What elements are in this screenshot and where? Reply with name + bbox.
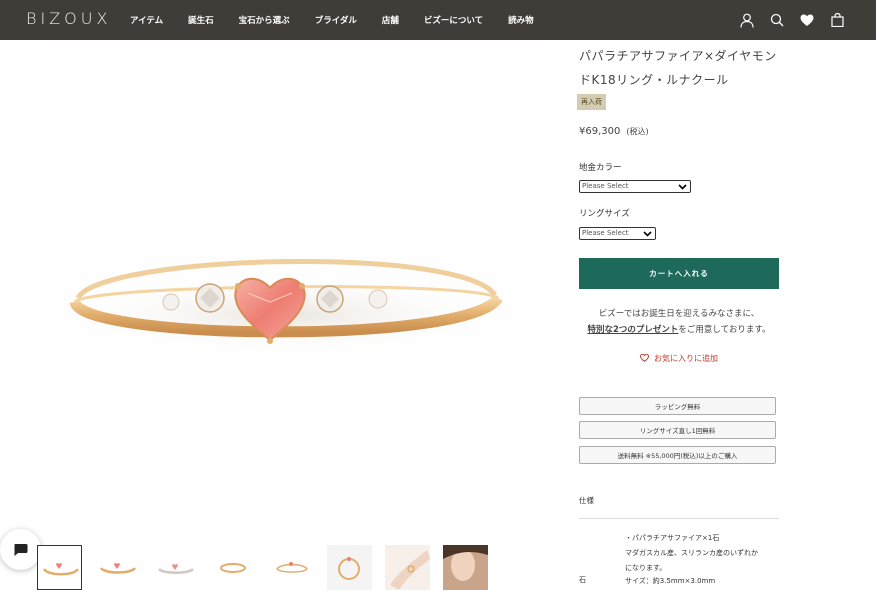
promo-link[interactable]: 特別な2つのプレゼント — [587, 325, 678, 335]
thumbnail[interactable] — [443, 545, 488, 590]
thumbnail[interactable] — [153, 545, 198, 590]
main-nav: アイテム 誕生石 宝石から選ぶ ブライダル 店舗 ビズーについて 読み物 — [130, 0, 559, 40]
restock-badge: 再入荷 — [577, 94, 606, 110]
product-main-image[interactable] — [40, 40, 550, 535]
spec-divider — [579, 518, 779, 519]
ring-size-select[interactable]: Please Select — [579, 227, 656, 240]
product-title: パパラチアサファイア×ダイヤモンドK18リング・ルナクール — [579, 49, 777, 87]
nav-item-birthstone[interactable]: 誕生石 — [188, 14, 214, 26]
metal-color-label: 地金カラー — [579, 163, 622, 173]
site-header: BIZOUX アイテム 誕生石 宝石から選ぶ ブライダル 店舗 ビズーについて … — [0, 0, 876, 40]
thumbnail[interactable] — [269, 545, 314, 590]
nav-item-shops[interactable]: 店舗 — [382, 14, 399, 26]
nav-item-items[interactable]: アイテム — [130, 14, 163, 26]
product-info: パパラチアサファイア×ダイヤモンドK18リング・ルナクール 再入荷 ¥69,30… — [577, 40, 779, 585]
spec-line: サイズ：約3.5mm×3.0mm — [625, 577, 716, 585]
nav-item-bridal[interactable]: ブライダル — [315, 14, 357, 26]
chat-button[interactable] — [0, 529, 41, 570]
add-to-cart-button[interactable]: カートへ入れる — [579, 258, 779, 289]
account-icon[interactable] — [738, 11, 756, 29]
service-wrapping[interactable]: ラッピング無料 — [579, 397, 776, 415]
thumbnail[interactable] — [37, 545, 82, 590]
price: ¥69,300 (税込) — [579, 126, 649, 137]
search-icon[interactable] — [768, 11, 786, 29]
promo-line2: をご用意しております。 — [678, 325, 771, 335]
add-to-favorites[interactable]: お気に入りに追加 — [579, 353, 779, 364]
thumbnail[interactable] — [95, 545, 140, 590]
service-free-shipping[interactable]: 送料無料 ※55,000円(税込)以上のご購入 — [579, 446, 776, 464]
favorites-label: お気に入りに追加 — [654, 354, 718, 363]
heart-outline-icon — [640, 353, 649, 363]
spec-label-stone: 石 — [579, 576, 586, 584]
chevron-down-icon — [643, 231, 652, 237]
nav-item-by-gem[interactable]: 宝石から選ぶ — [239, 14, 290, 26]
thumbnail[interactable] — [385, 545, 430, 590]
bag-icon[interactable] — [828, 11, 846, 29]
thumbnail-strip — [37, 545, 501, 590]
thumbnail[interactable] — [211, 545, 256, 590]
metal-color-select-value: Please Select — [582, 182, 629, 190]
chat-icon — [14, 543, 28, 556]
service-size-adjust[interactable]: リングサイズ直し1回無料 — [579, 421, 776, 439]
price-tax: (税込) — [626, 127, 649, 136]
spec-line: ・パパラチアサファイア×1石 — [625, 534, 720, 542]
spec-line: マダガスカル産、スリランカ産のいずれか — [625, 549, 758, 557]
birthday-promo: ビズーではお誕生日を迎えるみなさまに、 特別な2つのプレゼントをご用意しておりま… — [579, 306, 779, 338]
nav-item-about[interactable]: ビズーについて — [424, 14, 483, 26]
chevron-down-icon — [678, 184, 687, 190]
ring-size-select-value: Please Select — [582, 229, 629, 237]
metal-color-select[interactable]: Please Select — [579, 180, 691, 193]
promo-line1: ビズーではお誕生日を迎えるみなさまに、 — [598, 309, 760, 319]
header-icons — [726, 11, 846, 29]
spec-heading: 仕様 — [579, 496, 594, 505]
nav-item-journal[interactable]: 読み物 — [508, 14, 534, 26]
logo[interactable]: BIZOUX — [26, 9, 111, 28]
ring-size-label: リングサイズ — [579, 209, 630, 219]
thumbnail[interactable] — [327, 545, 372, 590]
heart-icon[interactable] — [798, 11, 816, 29]
promo-line2-wrap: 特別な2つのプレゼントをご用意しております。 — [579, 322, 779, 338]
price-value: ¥69,300 — [579, 126, 621, 137]
